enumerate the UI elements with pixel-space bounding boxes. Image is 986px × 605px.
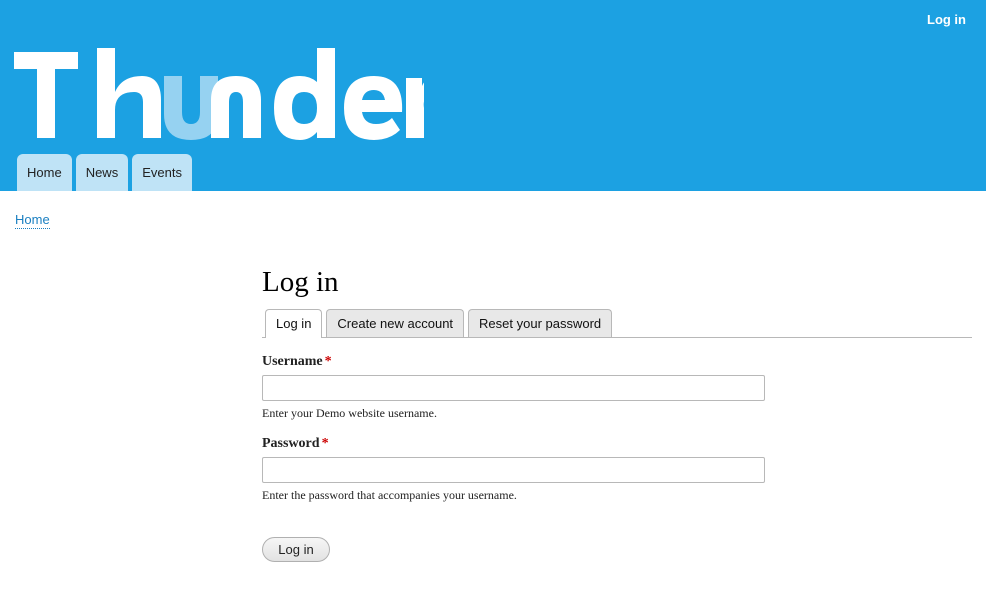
main-content: Log in Log in Create new account Reset y… xyxy=(262,262,972,562)
username-required-marker: * xyxy=(324,354,332,369)
tab-reset-password[interactable]: Reset your password xyxy=(468,309,613,337)
thunder-logo-icon[interactable] xyxy=(14,40,424,145)
header-login-link[interactable]: Log in xyxy=(927,12,966,27)
password-label-text: Password xyxy=(262,436,320,451)
username-label: Username * xyxy=(262,353,972,371)
page-title: Log in xyxy=(262,266,339,298)
tab-create-new-account[interactable]: Create new account xyxy=(326,309,465,337)
nav-item-news[interactable]: News xyxy=(75,154,129,191)
username-description: Enter your Demo website username. xyxy=(262,406,437,420)
account-tabs: Log in Create new account Reset your pas… xyxy=(262,309,972,338)
username-input[interactable] xyxy=(262,375,765,401)
nav-item-events[interactable]: Events xyxy=(132,154,192,191)
main-navigation: Home News Events xyxy=(17,154,192,191)
password-form-item: Password * Enter the password that accomp… xyxy=(262,435,972,503)
username-form-item: Username * Enter your Demo website userna… xyxy=(262,353,972,421)
nav-item-home[interactable]: Home xyxy=(17,154,72,191)
site-header: Log in Home News Events xyxy=(0,0,986,191)
breadcrumb-home-link[interactable]: Home xyxy=(15,212,50,229)
password-input[interactable] xyxy=(262,457,765,483)
username-label-text: Username xyxy=(262,354,323,369)
password-label: Password * xyxy=(262,435,972,453)
tab-log-in[interactable]: Log in xyxy=(265,309,323,338)
password-required-marker: * xyxy=(321,436,329,451)
log-in-submit-button[interactable]: Log in xyxy=(262,537,330,562)
password-description: Enter the password that accompanies your… xyxy=(262,488,517,502)
